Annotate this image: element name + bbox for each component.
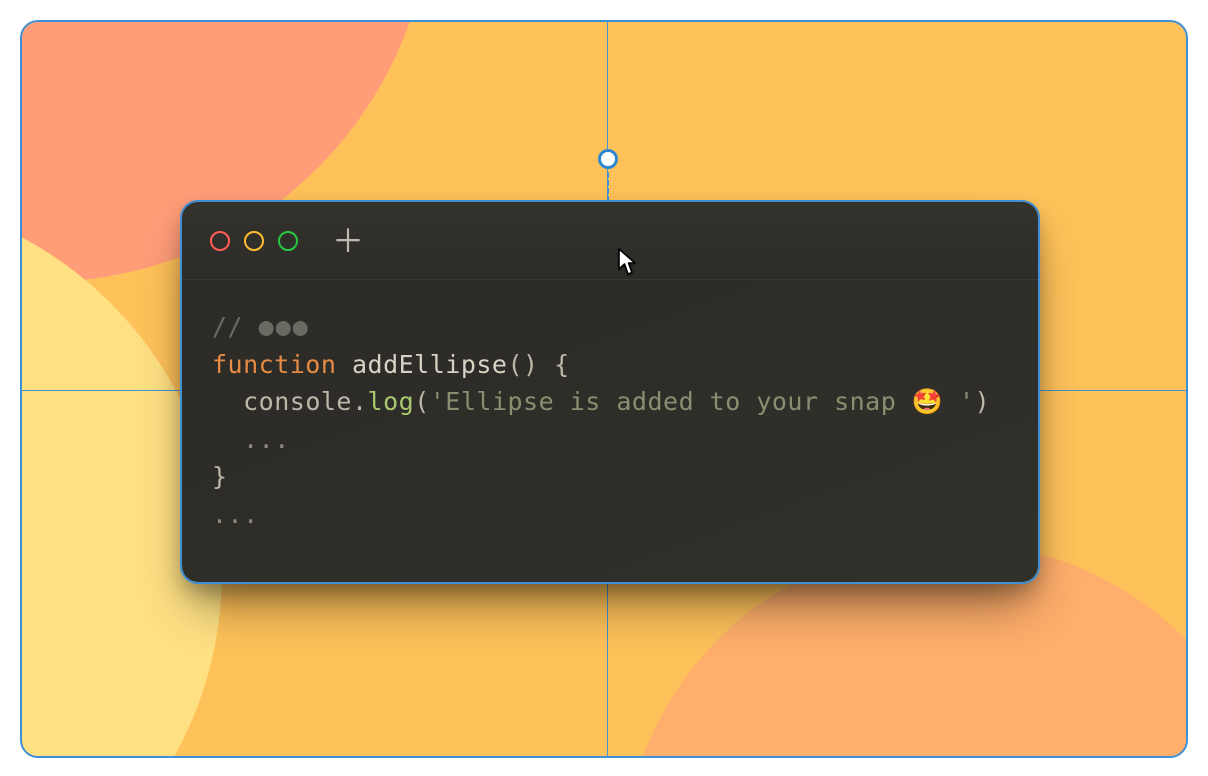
code-call-open: (	[414, 387, 430, 416]
close-icon[interactable]	[210, 231, 230, 251]
code-indent	[212, 425, 243, 454]
code-method: log	[368, 387, 415, 416]
maximize-icon[interactable]	[278, 231, 298, 251]
code-brace-close: }	[212, 462, 228, 491]
traffic-lights	[210, 231, 298, 251]
code-comment-dots: ●●●	[259, 312, 310, 341]
code-console: console	[243, 387, 352, 416]
window-titlebar[interactable]: ＋	[182, 202, 1038, 280]
code-funcname: addEllipse	[336, 350, 507, 379]
design-canvas[interactable]: ＋ // ●●● function addEllipse() { console…	[20, 20, 1188, 758]
minimize-icon[interactable]	[244, 231, 264, 251]
code-string: 'Ellipse is added to your snap 🤩 '	[430, 387, 975, 416]
code-dot: .	[352, 387, 368, 416]
code-call-close: )	[975, 387, 991, 416]
code-ellipsis: ...	[243, 425, 290, 454]
code-editor[interactable]: // ●●● function addEllipse() { console.l…	[182, 280, 1038, 582]
code-indent	[212, 387, 243, 416]
plus-icon: ＋	[332, 225, 364, 257]
code-punc: () {	[508, 350, 570, 379]
rotate-handle[interactable]	[598, 149, 618, 169]
code-keyword: function	[212, 350, 336, 379]
rotate-handle-stem	[607, 172, 609, 202]
new-tab-button[interactable]: ＋	[334, 227, 362, 255]
code-window[interactable]: ＋ // ●●● function addEllipse() { console…	[182, 202, 1038, 582]
code-ellipsis: ...	[212, 500, 259, 529]
code-comment: //	[212, 312, 259, 341]
